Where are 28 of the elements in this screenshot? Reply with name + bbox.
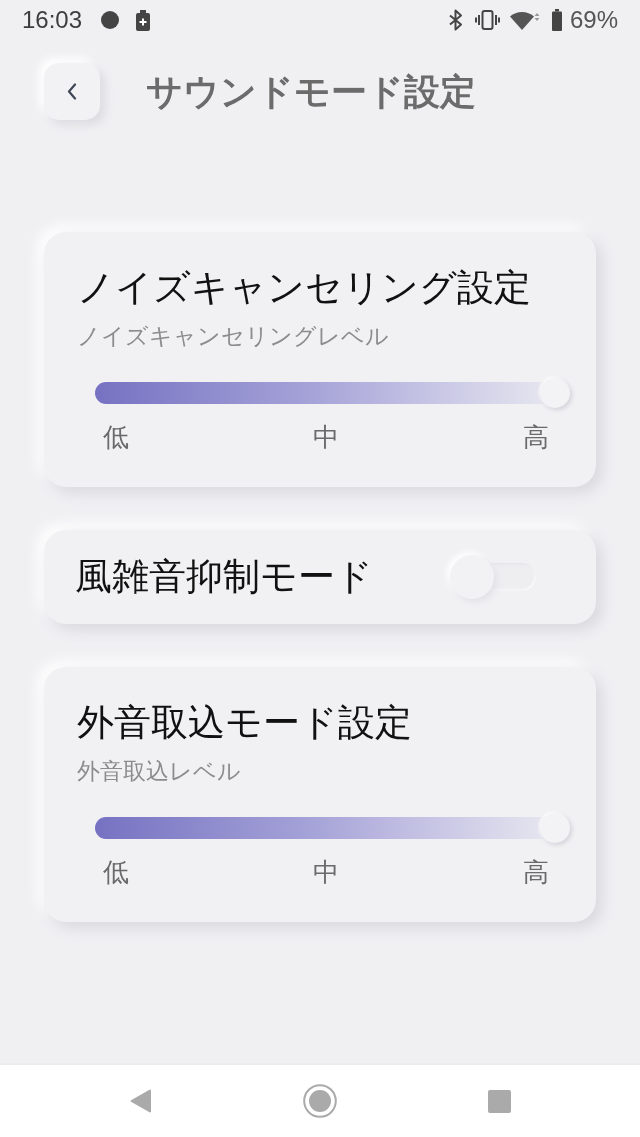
setting-subtitle: ノイズキャンセリングレベル — [77, 322, 390, 351]
status-time: 16:03 — [22, 6, 83, 34]
battery-percent: 69% — [569, 6, 618, 34]
recents-icon[interactable] — [487, 1089, 511, 1113]
tick-label: 高 — [523, 422, 549, 453]
bluetooth-icon — [447, 9, 464, 31]
toggle-switch[interactable] — [450, 555, 536, 599]
tick-label: 低 — [103, 857, 129, 888]
tick-label: 中 — [313, 857, 339, 888]
back-icon[interactable] — [130, 1089, 152, 1113]
setting-title: 外音取込モード設定 — [77, 700, 413, 746]
setting-title: ノイズキャンセリング設定 — [77, 265, 532, 311]
chevron-left-icon — [67, 83, 77, 100]
slider-thumb[interactable] — [540, 378, 570, 408]
tick-label: 中 — [313, 422, 339, 453]
setting-subtitle: 外音取込レベル — [77, 757, 242, 786]
vibrate-icon — [474, 10, 500, 30]
home-icon[interactable] — [303, 1084, 337, 1118]
back-button[interactable] — [44, 63, 100, 120]
setting-title: 風雑音抑制モード — [75, 554, 373, 600]
dot-icon — [101, 11, 120, 29]
battery-plus-icon — [136, 9, 151, 31]
tick-label: 低 — [103, 422, 129, 453]
wifi-icon — [509, 9, 540, 31]
page-title: サウンドモード設定 — [146, 69, 476, 114]
battery-icon — [551, 9, 562, 31]
tick-label: 高 — [523, 857, 549, 888]
slider-thumb[interactable] — [540, 813, 570, 843]
